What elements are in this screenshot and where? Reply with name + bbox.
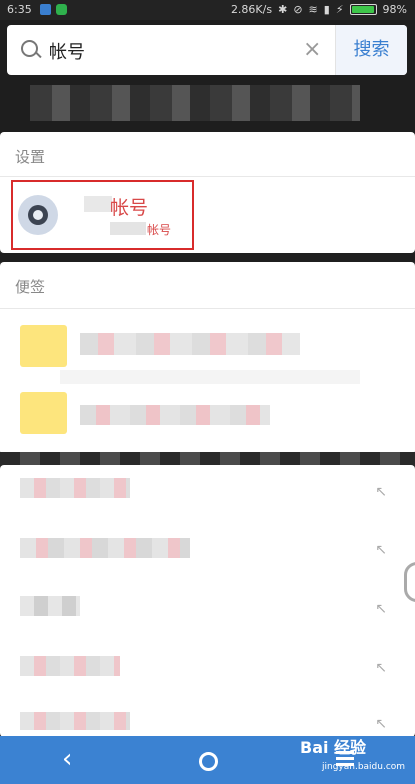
blurred-list-item[interactable] [20, 596, 80, 616]
scroll-handle[interactable] [404, 562, 415, 602]
home-icon[interactable] [199, 752, 218, 771]
search-bar: × 搜索 [7, 25, 407, 75]
expand-arrow-icon[interactable]: ↖ [375, 660, 387, 676]
battery-percent: 98% [382, 3, 407, 16]
bluetooth-icon: ✱ [278, 3, 288, 16]
back-icon[interactable]: ‹ [62, 744, 72, 774]
search-button[interactable]: 搜索 [335, 25, 407, 75]
blurred-note-text[interactable] [80, 333, 300, 355]
expand-arrow-icon[interactable]: ↖ [375, 716, 387, 732]
wifi-icon: ≋ [308, 3, 318, 16]
mute-icon: ⊘ [293, 3, 303, 16]
blurred-list-item[interactable] [20, 656, 120, 676]
battery-icon [349, 4, 377, 15]
notification-app-icon [40, 4, 51, 15]
clear-icon[interactable]: × [303, 37, 321, 62]
blurred-list-item[interactable] [20, 478, 130, 498]
notification-wechat-icon [56, 4, 67, 15]
expand-arrow-icon[interactable]: ↖ [375, 542, 387, 558]
blurred-list-item[interactable] [20, 538, 190, 558]
blurred-list-item[interactable] [20, 712, 130, 730]
status-right: 2.86K/s ✱ ⊘ ≋ ▮ ⚡ 98% [231, 3, 407, 16]
blurred-note-line [60, 370, 360, 384]
highlight-box [11, 180, 194, 250]
baidu-watermark: Bai 经验 [300, 738, 367, 757]
signal-icon: ▮ [323, 3, 330, 16]
blurred-gap [0, 253, 415, 262]
charging-icon: ⚡ [335, 3, 344, 16]
expand-arrow-icon[interactable]: ↖ [375, 601, 387, 617]
network-speed: 2.86K/s [230, 3, 273, 16]
search-icon [21, 40, 38, 57]
status-bar: 6:35 2.86K/s ✱ ⊘ ≋ ▮ ⚡ 98% [0, 0, 415, 20]
note-yellow-icon [20, 325, 67, 367]
status-time: 6:35 [7, 3, 32, 16]
result-title: 帐号 [110, 197, 149, 219]
divider [0, 308, 415, 309]
section-title-notes: 便签 [15, 278, 46, 296]
watermark-url: jingyan.baidu.com [322, 762, 406, 772]
blurred-gap [0, 452, 415, 466]
blurred-background-strip [30, 85, 360, 121]
blurred-note-text[interactable] [80, 405, 270, 425]
blurred-result-prefix [84, 196, 112, 212]
note-yellow-icon [20, 392, 67, 434]
blurred-result-sub-prefix [110, 222, 146, 235]
section-title-settings: 设置 [15, 148, 46, 166]
search-input[interactable] [47, 38, 301, 64]
expand-arrow-icon[interactable]: ↖ [375, 484, 387, 500]
result-subtitle: 帐号 [147, 223, 172, 237]
